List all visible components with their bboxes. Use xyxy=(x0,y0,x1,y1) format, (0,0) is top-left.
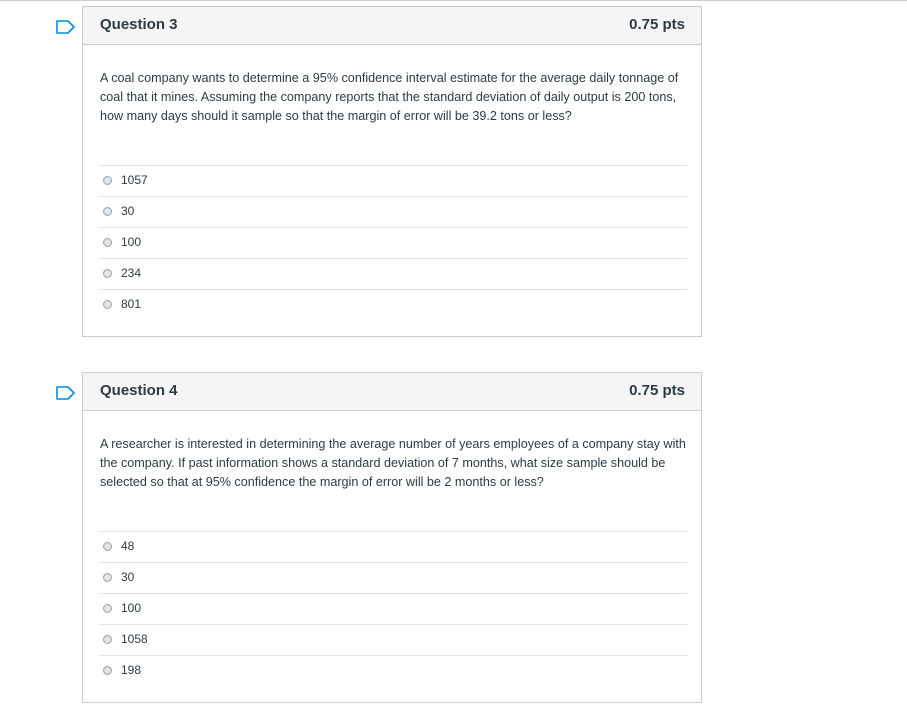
question-text: A coal company wants to determine a 95% … xyxy=(100,71,679,123)
question-3: Question 3 0.75 pts A coal company wants… xyxy=(56,6,702,337)
question-4: Question 4 0.75 pts A researcher is inte… xyxy=(56,372,702,703)
answer-option[interactable]: 801 xyxy=(100,289,687,320)
answer-label: 30 xyxy=(121,570,135,584)
answer-option[interactable]: 198 xyxy=(100,655,687,686)
answer-option[interactable]: 1058 xyxy=(100,624,687,655)
radio-button-icon[interactable] xyxy=(103,207,112,216)
radio-button-icon[interactable] xyxy=(103,269,112,278)
radio-button-icon[interactable] xyxy=(103,635,112,644)
answer-label: 100 xyxy=(121,235,142,249)
answer-list: 48 30 100 1058 198 xyxy=(100,531,687,686)
radio-button-icon[interactable] xyxy=(103,604,112,613)
answer-label: 198 xyxy=(121,663,142,677)
answer-option[interactable]: 234 xyxy=(100,258,687,289)
answer-option[interactable]: 100 xyxy=(100,593,687,624)
answer-label: 801 xyxy=(121,297,142,311)
radio-button-icon[interactable] xyxy=(103,238,112,247)
question-text: A researcher is interested in determinin… xyxy=(100,437,686,489)
question-points: 0.75 pts xyxy=(629,382,685,399)
question-header: Question 4 0.75 pts xyxy=(83,373,701,411)
answer-option[interactable]: 1057 xyxy=(100,165,687,196)
answer-label: 1057 xyxy=(121,173,148,187)
answer-option[interactable]: 30 xyxy=(100,196,687,227)
answer-option[interactable]: 30 xyxy=(100,562,687,593)
radio-button-icon[interactable] xyxy=(103,300,112,309)
answer-label: 30 xyxy=(121,204,135,218)
answer-label: 234 xyxy=(121,266,142,280)
question-header: Question 3 0.75 pts xyxy=(83,7,701,45)
radio-button-icon[interactable] xyxy=(103,542,112,551)
flag-question-icon[interactable] xyxy=(56,20,75,34)
radio-button-icon[interactable] xyxy=(103,666,112,675)
answer-option[interactable]: 100 xyxy=(100,227,687,258)
answer-option[interactable]: 48 xyxy=(100,531,687,562)
question-title: Question 4 xyxy=(100,382,178,399)
question-points: 0.75 pts xyxy=(629,16,685,33)
radio-button-icon[interactable] xyxy=(103,176,112,185)
answer-label: 48 xyxy=(121,539,135,553)
flag-question-icon[interactable] xyxy=(56,386,75,400)
question-title: Question 3 xyxy=(100,16,178,33)
answer-list: 1057 30 100 234 801 xyxy=(100,165,687,320)
answer-label: 100 xyxy=(121,601,142,615)
answer-label: 1058 xyxy=(121,632,148,646)
radio-button-icon[interactable] xyxy=(103,573,112,582)
top-divider xyxy=(0,0,907,1)
